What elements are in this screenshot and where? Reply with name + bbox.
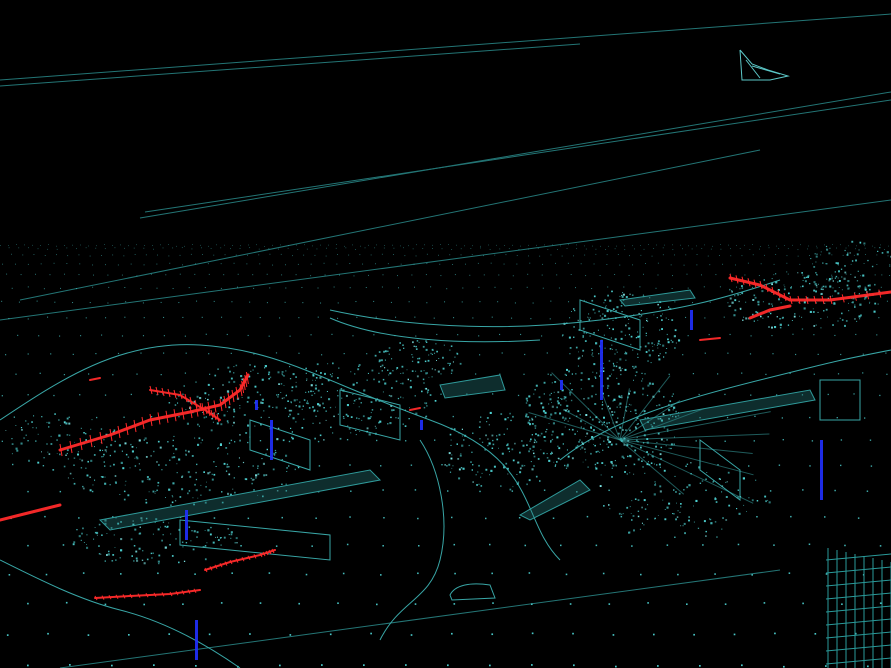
point-cloud-canvas [0,0,891,668]
point-cloud-scene [0,0,891,668]
scene-background [0,0,891,668]
